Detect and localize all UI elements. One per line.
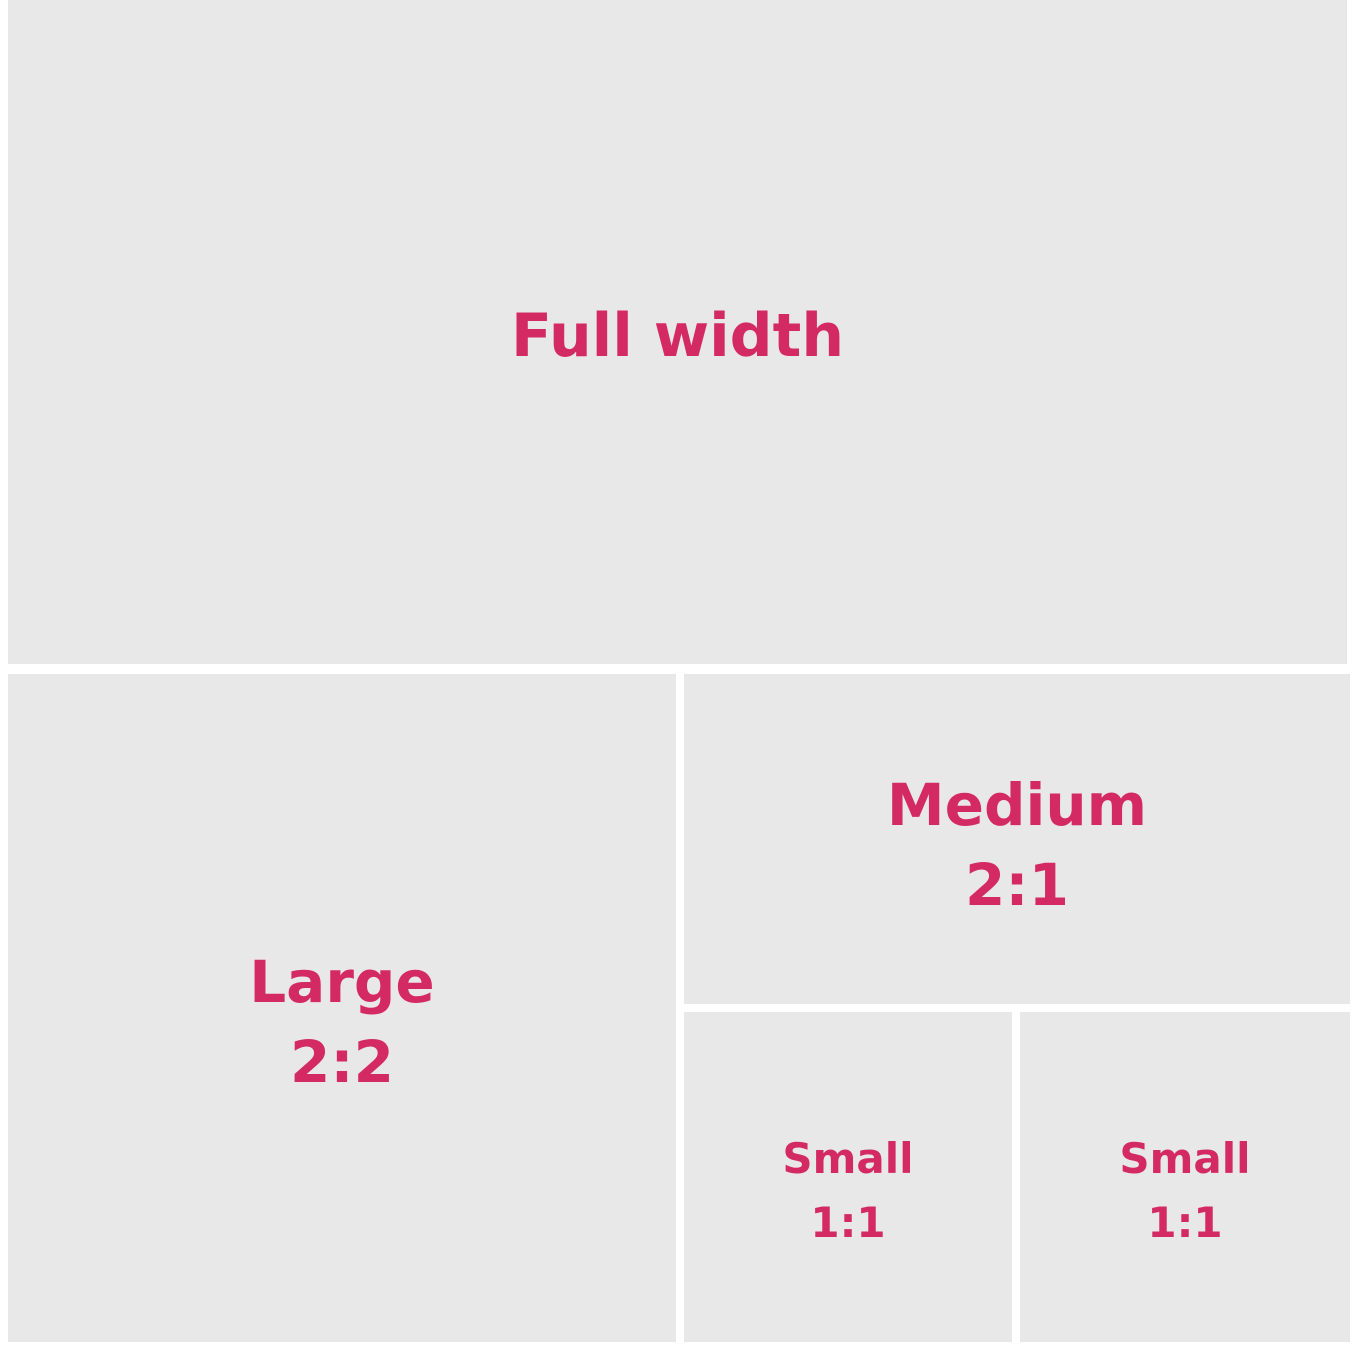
large-tile: Large 2:2: [8, 674, 676, 1342]
small-ratio-2: 1:1: [1147, 1198, 1223, 1247]
medium-tile: Medium 2:1: [684, 674, 1350, 1004]
large-ratio: 2:2: [290, 1028, 394, 1096]
full-width-label: Full width: [510, 301, 845, 371]
full-width-tile: Full width: [8, 0, 1347, 664]
small-ratio-1: 1:1: [810, 1198, 886, 1247]
large-label: Large: [249, 948, 435, 1016]
small-tile-1: Small 1:1: [684, 1012, 1012, 1342]
medium-ratio: 2:1: [965, 851, 1069, 919]
medium-label: Medium: [886, 771, 1148, 839]
small-label-1: Small: [782, 1134, 914, 1183]
small-label-2: Small: [1119, 1134, 1251, 1183]
small-tile-2: Small 1:1: [1020, 1012, 1350, 1342]
